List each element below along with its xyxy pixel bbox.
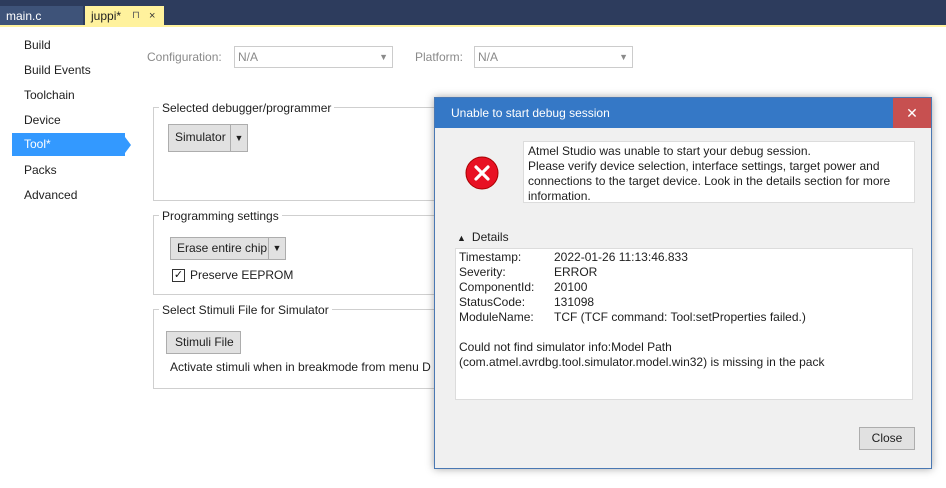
message-line: information. [528, 189, 591, 203]
platform-value: N/A [478, 50, 499, 64]
debugger-group-title: Selected debugger/programmer [159, 101, 335, 115]
close-button[interactable]: Close [859, 427, 915, 450]
preserve-eeprom-label: Preserve EEPROM [190, 268, 294, 282]
selected-arrow-icon [125, 137, 131, 153]
debugger-value: Simulator [175, 130, 226, 144]
detail-key: StatusCode: [459, 295, 526, 309]
properties-nav: Build Build Events Toolchain Device Tool… [0, 27, 134, 488]
detail-key: ModuleName: [459, 310, 534, 324]
error-icon [465, 156, 499, 193]
document-tab-strip: main.c juppi* ⊓ × [0, 0, 946, 27]
detail-value: TCF (TCF command: Tool:setProperties fai… [554, 310, 806, 324]
details-label: Details [471, 230, 509, 244]
detail-value: ERROR [554, 265, 598, 279]
active-tab-underline [0, 25, 946, 27]
debugger-select[interactable]: Simulator ▼ [168, 124, 248, 152]
nav-item-label: Tool* [24, 137, 51, 151]
erase-mode-select[interactable]: Erase entire chip ▼ [170, 237, 286, 260]
details-extra-line: Could not find simulator info:Model Path [459, 340, 672, 354]
chevron-down-icon: ▼ [379, 52, 388, 62]
nav-item-build-events[interactable]: Build Events [12, 59, 125, 82]
tab-main-c[interactable]: main.c [0, 6, 84, 26]
details-toggle[interactable]: ▲ Details [457, 230, 509, 244]
detail-key: Severity: [459, 265, 506, 279]
message-line: Atmel Studio was unable to start your de… [528, 144, 811, 158]
configuration-label: Configuration: [147, 50, 222, 64]
preserve-eeprom-checkbox[interactable]: ✓ [172, 269, 185, 282]
configuration-value: N/A [238, 50, 259, 64]
programming-group-title: Programming settings [159, 209, 282, 223]
details-extra-line: (com.atmel.avrdbg.tool.simulator.model.w… [459, 355, 825, 369]
detail-key: Timestamp: [459, 250, 522, 264]
detail-value: 20100 [554, 280, 588, 294]
tab-label: main.c [6, 9, 42, 23]
details-panel: Timestamp: 2022-01-26 11:13:46.833 Severi… [455, 248, 913, 400]
close-icon: ✕ [906, 105, 918, 121]
nav-item-label: Device [24, 113, 61, 127]
detail-value: 2022-01-26 11:13:46.833 [554, 250, 688, 264]
error-dialog: Unable to start debug session ✕ Atmel St… [434, 97, 932, 469]
debugger-group [153, 107, 453, 201]
message-line: connections to the target device. Look i… [528, 174, 891, 188]
nav-item-advanced[interactable]: Advanced [12, 184, 125, 207]
nav-item-device[interactable]: Device [12, 109, 125, 132]
detail-row: Severity: ERROR [459, 265, 909, 280]
nav-item-label: Advanced [24, 188, 78, 202]
detail-row: StatusCode: 131098 [459, 295, 909, 310]
configuration-combo[interactable]: N/A ▼ [234, 46, 393, 68]
chevron-down-icon: ▼ [619, 52, 628, 62]
nav-item-toolchain[interactable]: Toolchain [12, 84, 125, 107]
platform-combo[interactable]: N/A ▼ [474, 46, 633, 68]
tab-label: juppi* [91, 9, 122, 23]
tab-juppi[interactable]: juppi* ⊓ × [85, 6, 164, 26]
error-message: Atmel Studio was unable to start your de… [523, 141, 915, 203]
nav-item-label: Packs [24, 163, 57, 177]
detail-value: 131098 [554, 295, 595, 309]
erase-mode-value: Erase entire chip [177, 241, 268, 255]
detail-row: ModuleName: TCF (TCF command: Tool:setPro… [459, 310, 909, 325]
chevron-up-icon: ▲ [457, 233, 466, 243]
nav-item-packs[interactable]: Packs [12, 159, 125, 182]
stimuli-file-label: Stimuli File [175, 335, 234, 349]
nav-item-tool[interactable]: Tool* [12, 133, 125, 156]
stimuli-description: Activate stimuli when in breakmode from … [170, 360, 431, 374]
dialog-close-button[interactable]: ✕ [893, 98, 931, 128]
nav-item-label: Build [24, 38, 51, 52]
stimuli-group-title: Select Stimuli File for Simulator [159, 303, 332, 317]
chevron-down-icon[interactable]: ▼ [268, 238, 285, 259]
nav-item-build[interactable]: Build [12, 34, 125, 57]
close-icon[interactable]: × [149, 6, 155, 26]
nav-item-label: Build Events [24, 63, 91, 77]
dialog-title: Unable to start debug session [451, 106, 610, 120]
detail-key: ComponentId: [459, 280, 535, 294]
stimuli-file-button[interactable]: Stimuli File [166, 331, 241, 354]
dialog-title-bar[interactable]: Unable to start debug session ✕ [435, 98, 931, 128]
detail-row: Timestamp: 2022-01-26 11:13:46.833 [459, 250, 909, 265]
platform-label: Platform: [415, 50, 464, 64]
message-line: Please verify device selection, interfac… [528, 159, 880, 173]
detail-row: ComponentId: 20100 [459, 280, 909, 295]
nav-item-label: Toolchain [24, 88, 75, 102]
chevron-down-icon[interactable]: ▼ [230, 125, 247, 151]
pin-icon[interactable]: ⊓ [132, 6, 140, 26]
